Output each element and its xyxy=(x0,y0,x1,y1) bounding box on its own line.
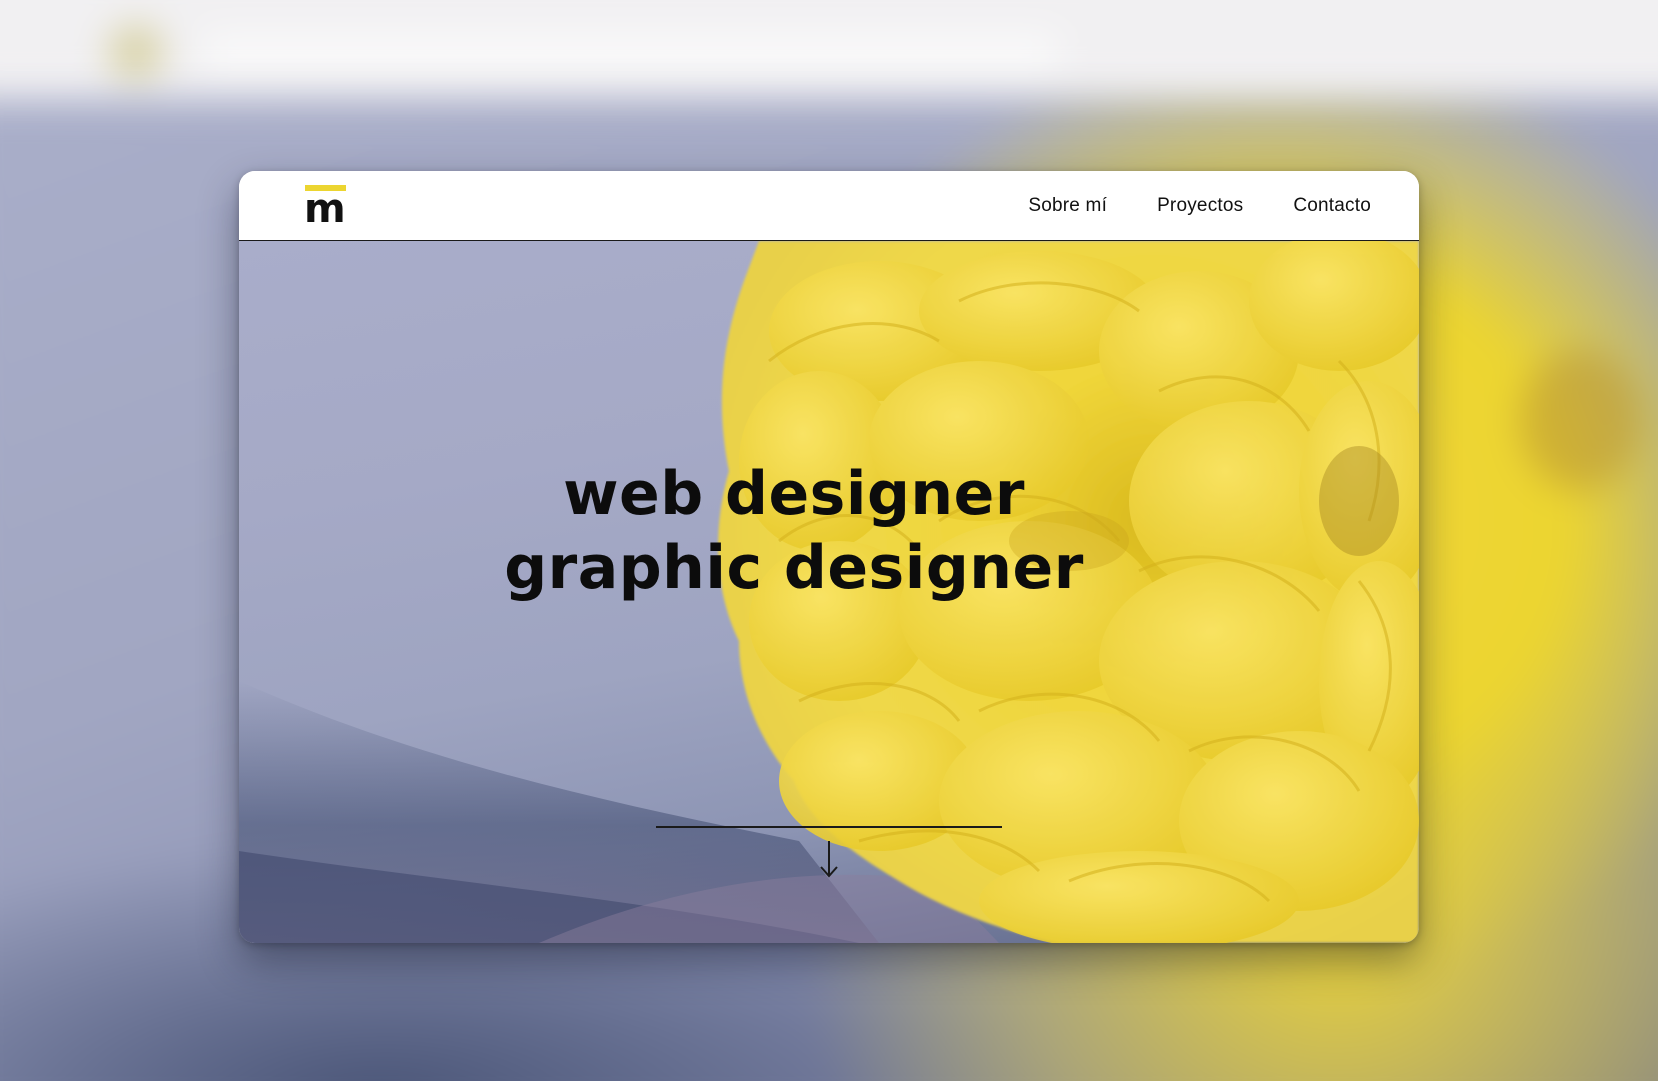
site-header: m Sobre mí Proyectos Contacto xyxy=(239,171,1419,241)
website-window: m Sobre mí Proyectos Contacto web design… xyxy=(239,171,1419,943)
hero-line-web-designer: web designer xyxy=(563,459,1025,529)
brand-logo[interactable]: m xyxy=(304,185,347,232)
screenshot-stage: m Sobre mí Proyectos Contacto web design… xyxy=(0,0,1658,1081)
hero-heading: web designer graphic designer xyxy=(239,457,1349,605)
logo-letter: m xyxy=(304,186,346,232)
nav-link-proyectos[interactable]: Proyectos xyxy=(1157,195,1243,217)
main-nav: Sobre mí Proyectos Contacto xyxy=(1028,171,1371,241)
blurred-flower-center xyxy=(1520,350,1640,490)
scroll-down-button[interactable] xyxy=(809,837,849,883)
hero-divider-line xyxy=(656,826,1002,828)
blurred-logo xyxy=(108,24,164,80)
hero-line-graphic-designer: graphic designer xyxy=(504,533,1084,603)
nav-link-sobre-mi[interactable]: Sobre mí xyxy=(1028,195,1107,217)
hero-section: web designer graphic designer xyxy=(239,241,1419,943)
nav-link-contacto[interactable]: Contacto xyxy=(1293,195,1371,217)
blurred-address-bar xyxy=(200,34,1060,70)
arrow-down-icon xyxy=(820,841,838,878)
